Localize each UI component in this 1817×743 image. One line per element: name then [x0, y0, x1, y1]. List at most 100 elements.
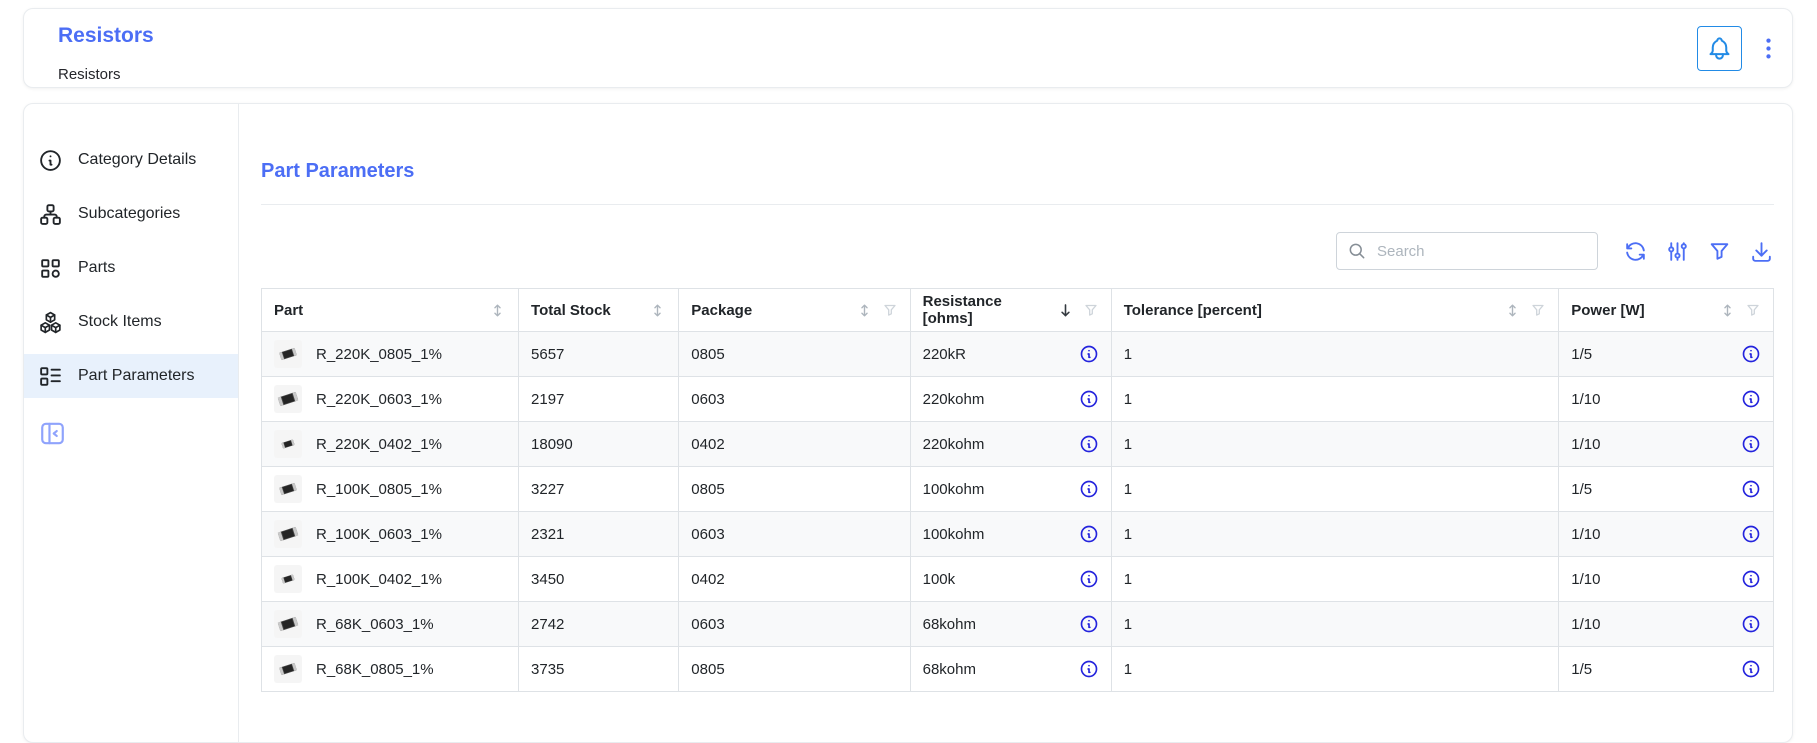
power-info-icon[interactable] [1741, 524, 1761, 544]
sort-icon[interactable] [1504, 302, 1521, 319]
resistance-value: 220kohm [923, 436, 1079, 453]
sort-icon[interactable] [649, 302, 666, 319]
power-value: 1/10 [1571, 391, 1741, 408]
sidebar-item-category-details[interactable]: Category Details [24, 138, 238, 182]
table-row[interactable]: R_100K_0402_1%34500402100k11/10 [262, 557, 1774, 602]
table-row[interactable]: R_220K_0603_1%21970603220kohm11/10 [262, 377, 1774, 422]
part-parameters-table: PartTotal StockPackageResistance [ohms] T… [261, 288, 1774, 692]
column-header-package[interactable]: Package [679, 289, 910, 332]
resistance-cell: 220kohm [910, 377, 1111, 422]
column-header-part[interactable]: Part [262, 289, 519, 332]
column-label: Power [W] [1571, 302, 1644, 319]
part-cell[interactable]: R_220K_0402_1% [262, 422, 519, 467]
part-cell[interactable]: R_100K_0805_1% [262, 467, 519, 512]
table-row[interactable]: R_100K_0603_1%23210603100kohm11/10 [262, 512, 1774, 557]
breadcrumb[interactable]: Resistors [58, 66, 121, 83]
part-cell[interactable]: R_100K_0402_1% [262, 557, 519, 602]
part-thumbnail [274, 520, 302, 548]
sidebar-item-stock-items[interactable]: Stock Items [24, 300, 238, 344]
column-label: Tolerance [percent] [1124, 302, 1262, 319]
power-info-icon[interactable] [1741, 659, 1761, 679]
menu-dots-button[interactable] [1755, 35, 1782, 62]
total-stock-cell: 3227 [519, 467, 679, 512]
total-stock-cell: 18090 [519, 422, 679, 467]
table-row[interactable]: R_100K_0805_1%32270805100kohm11/5 [262, 467, 1774, 512]
search-box [1336, 232, 1598, 270]
sort-desc-icon[interactable] [1057, 302, 1074, 319]
resistance-info-icon[interactable] [1079, 614, 1099, 634]
power-info-icon[interactable] [1741, 434, 1761, 454]
column-header-power-w[interactable]: Power [W] [1559, 289, 1774, 332]
total-stock-cell: 2321 [519, 512, 679, 557]
section-divider [261, 204, 1774, 205]
power-cell: 1/10 [1559, 377, 1774, 422]
resistance-value: 68kohm [923, 616, 1079, 633]
info-circle-icon [38, 148, 63, 173]
table-row[interactable]: R_68K_0603_1%2742060368kohm11/10 [262, 602, 1774, 647]
power-info-icon[interactable] [1741, 344, 1761, 364]
search-input[interactable] [1375, 242, 1587, 261]
power-info-icon[interactable] [1741, 389, 1761, 409]
sort-icon[interactable] [1719, 302, 1736, 319]
tolerance-cell: 1 [1111, 332, 1559, 377]
column-header-resistance-ohms[interactable]: Resistance [ohms] [910, 289, 1111, 332]
sidebar-collapse-button[interactable] [37, 418, 67, 448]
funnel-small-icon[interactable] [1745, 302, 1761, 318]
sort-icon[interactable] [489, 302, 506, 319]
resistance-cell: 220kohm [910, 422, 1111, 467]
resistance-info-icon[interactable] [1079, 524, 1099, 544]
resistance-value: 100k [923, 571, 1079, 588]
package-cell: 0402 [679, 557, 910, 602]
part-name: R_100K_0402_1% [316, 571, 442, 588]
package-cell: 0603 [679, 512, 910, 557]
part-thumbnail [274, 340, 302, 368]
filter-button[interactable] [1707, 239, 1732, 264]
power-cell: 1/10 [1559, 512, 1774, 557]
sidebar-nav: Category Details Subcategories Parts Stock … [24, 104, 238, 742]
column-header-tolerance-percent[interactable]: Tolerance [percent] [1111, 289, 1559, 332]
power-info-icon[interactable] [1741, 569, 1761, 589]
power-value: 1/10 [1571, 436, 1741, 453]
resistance-info-icon[interactable] [1079, 434, 1099, 454]
adjustments-button[interactable] [1665, 239, 1690, 264]
notification-bell-button[interactable] [1697, 26, 1742, 71]
part-name: R_220K_0805_1% [316, 346, 442, 363]
table-row[interactable]: R_68K_0805_1%3735080568kohm11/5 [262, 647, 1774, 692]
resistance-info-icon[interactable] [1079, 569, 1099, 589]
resistance-info-icon[interactable] [1079, 344, 1099, 364]
sort-icon[interactable] [856, 302, 873, 319]
package-cell: 0805 [679, 647, 910, 692]
package-cell: 0805 [679, 332, 910, 377]
part-cell[interactable]: R_220K_0603_1% [262, 377, 519, 422]
resistance-cell: 68kohm [910, 647, 1111, 692]
resistance-info-icon[interactable] [1079, 659, 1099, 679]
sidebar-item-parts[interactable]: Parts [24, 246, 238, 290]
power-info-icon[interactable] [1741, 479, 1761, 499]
download-button[interactable] [1749, 239, 1774, 264]
sidebar-item-part-parameters[interactable]: Part Parameters [24, 354, 238, 398]
part-cell[interactable]: R_68K_0805_1% [262, 647, 519, 692]
power-value: 1/5 [1571, 661, 1741, 678]
table-row[interactable]: R_220K_0402_1%180900402220kohm11/10 [262, 422, 1774, 467]
column-header-total-stock[interactable]: Total Stock [519, 289, 679, 332]
resistance-info-icon[interactable] [1079, 389, 1099, 409]
total-stock-cell: 3735 [519, 647, 679, 692]
refresh-button[interactable] [1623, 239, 1648, 264]
part-cell[interactable]: R_68K_0603_1% [262, 602, 519, 647]
sidebar-item-label: Stock Items [78, 313, 162, 331]
part-cell[interactable]: R_100K_0603_1% [262, 512, 519, 557]
power-info-icon[interactable] [1741, 614, 1761, 634]
funnel-small-icon[interactable] [1530, 302, 1546, 318]
tolerance-cell: 1 [1111, 602, 1559, 647]
list-details-icon [38, 364, 63, 389]
resistance-info-icon[interactable] [1079, 479, 1099, 499]
sidebar-item-subcategories[interactable]: Subcategories [24, 192, 238, 236]
part-name: R_220K_0603_1% [316, 391, 442, 408]
power-cell: 1/10 [1559, 602, 1774, 647]
part-cell[interactable]: R_220K_0805_1% [262, 332, 519, 377]
page-title: Resistors [58, 24, 154, 48]
funnel-small-icon[interactable] [1083, 302, 1099, 318]
power-value: 1/5 [1571, 481, 1741, 498]
table-row[interactable]: R_220K_0805_1%56570805220kR11/5 [262, 332, 1774, 377]
funnel-small-icon[interactable] [882, 302, 898, 318]
